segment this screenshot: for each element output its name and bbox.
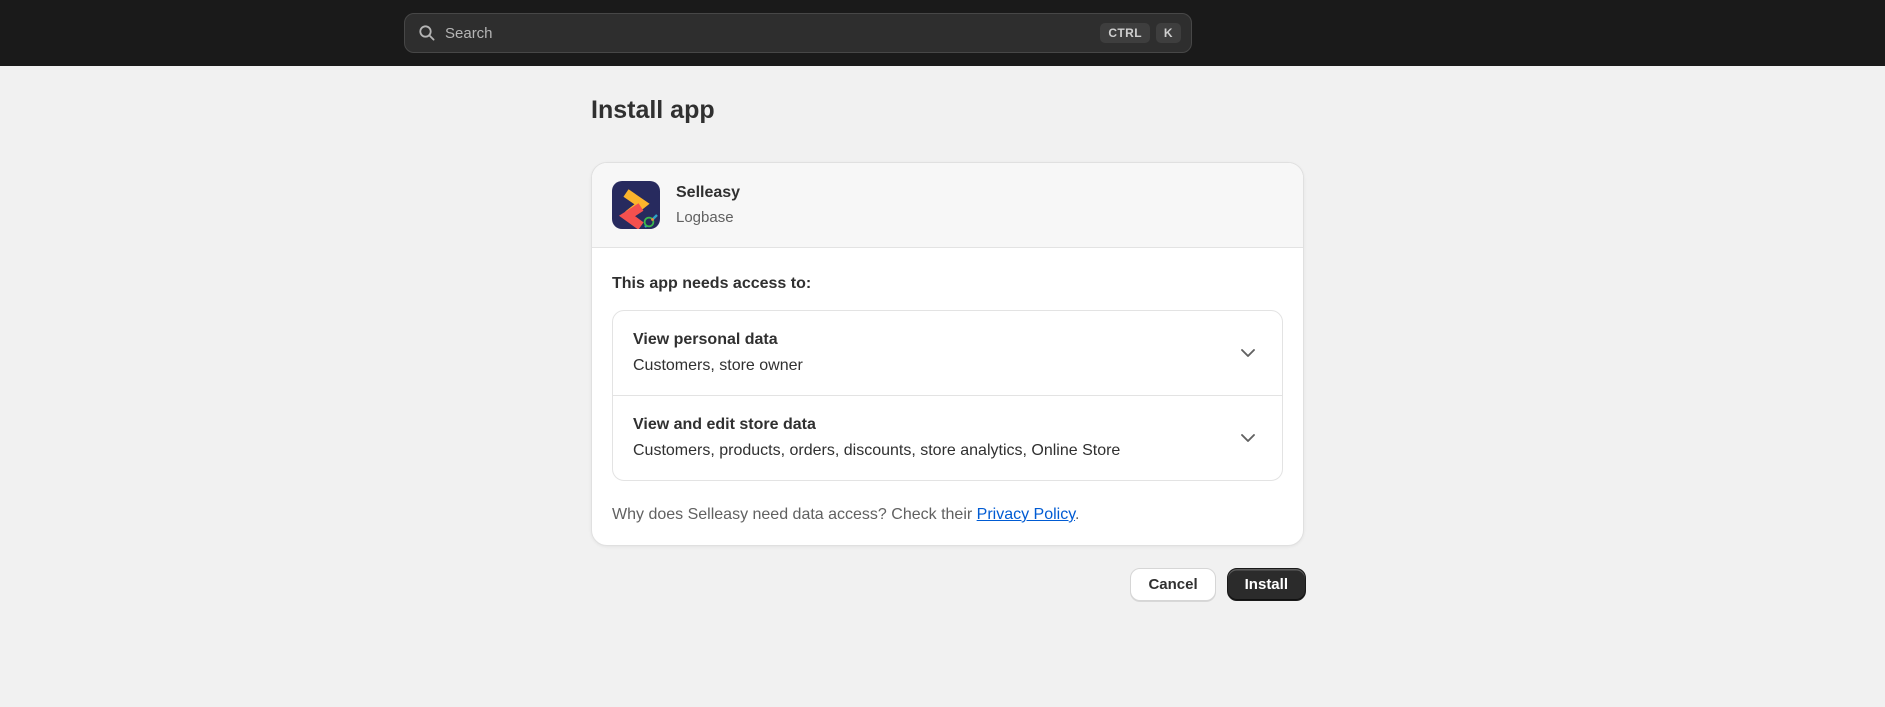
note-prefix: Why does Selleasy need data access? Chec…	[612, 506, 977, 523]
search-placeholder: Search	[445, 24, 493, 42]
install-button[interactable]: Install	[1226, 568, 1306, 601]
card-body: This app needs access to: View personal …	[592, 248, 1303, 545]
permission-row-store-data[interactable]: View and edit store data Customers, prod…	[613, 395, 1282, 480]
chevron-down-icon[interactable]	[1240, 433, 1256, 443]
permissions-box: View personal data Customers, store owne…	[612, 310, 1283, 481]
page-title: Install app	[591, 96, 715, 124]
permission-details: Customers, store owner	[633, 357, 803, 374]
shortcut-key-ctrl: CTRL	[1100, 23, 1150, 43]
shortcut-key-k: K	[1155, 23, 1181, 43]
app-developer: Logbase	[676, 209, 734, 226]
access-heading: This app needs access to:	[612, 275, 812, 292]
permission-text: View and edit store data Customers, prod…	[633, 415, 1224, 461]
privacy-policy-link[interactable]: Privacy Policy	[977, 506, 1075, 523]
permission-title: View and edit store data	[633, 416, 816, 433]
chevron-down-icon[interactable]	[1240, 348, 1256, 358]
permission-text: View personal data Customers, store owne…	[633, 330, 1224, 376]
action-buttons: Cancel Install	[591, 568, 1306, 601]
permission-details: Customers, products, orders, discounts, …	[633, 442, 1121, 459]
install-app-page: Install app Selleasy Logbase This app ne…	[591, 94, 1306, 601]
app-identity: Selleasy Logbase	[676, 183, 740, 227]
app-name: Selleasy	[676, 184, 741, 201]
selleasy-app-icon	[612, 181, 660, 230]
note-suffix: .	[1075, 506, 1080, 523]
data-access-note: Why does Selleasy need data access? Chec…	[612, 505, 1283, 525]
install-app-card: Selleasy Logbase This app needs access t…	[591, 162, 1304, 546]
permission-title: View personal data	[633, 331, 778, 348]
permission-row-personal-data[interactable]: View personal data Customers, store owne…	[613, 311, 1282, 395]
top-bar: Search CTRL K	[0, 0, 1885, 66]
search-icon	[418, 24, 436, 42]
search-input[interactable]: Search CTRL K	[404, 13, 1192, 53]
app-header: Selleasy Logbase	[592, 163, 1303, 248]
cancel-button[interactable]: Cancel	[1130, 568, 1216, 601]
